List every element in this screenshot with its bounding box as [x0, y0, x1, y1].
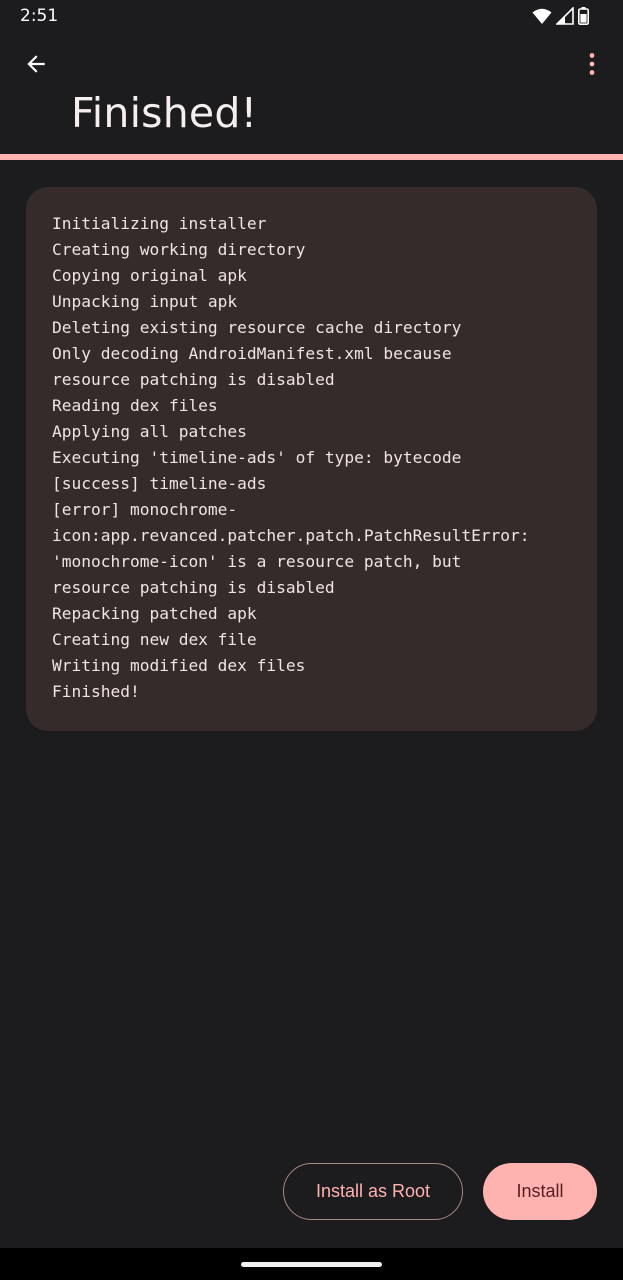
more-options-button[interactable] — [572, 46, 612, 86]
gesture-handle[interactable] — [241, 1262, 382, 1267]
status-time: 2:51 — [20, 6, 59, 26]
wifi-icon — [532, 7, 552, 30]
log-line: icon:app.revanced.patcher.patch.PatchRes… — [52, 526, 530, 545]
install-button[interactable]: Install — [483, 1163, 597, 1220]
log-line: Only decoding AndroidManifest.xml becaus… — [52, 344, 452, 363]
log-line: Reading dex files — [52, 396, 218, 415]
patcher-screen: 2:51 Finished! Initializing installer Cr… — [0, 0, 623, 1280]
battery-icon — [578, 7, 589, 30]
log-line: Writing modified dex files — [52, 656, 306, 675]
log-line: Executing 'timeline-ads' of type: byteco… — [52, 448, 462, 467]
log-line: Copying original apk — [52, 266, 247, 285]
log-line: Applying all patches — [52, 422, 247, 441]
log-line: resource patching is disabled — [52, 370, 335, 389]
log-line: Initializing installer — [52, 214, 267, 233]
install-as-root-button[interactable]: Install as Root — [283, 1163, 463, 1220]
signal-icon — [555, 6, 574, 30]
navigation-bar — [0, 1248, 623, 1280]
log-line: Deleting existing resource cache directo… — [52, 318, 462, 337]
status-icons — [532, 6, 589, 30]
log-line: 'monochrome-icon' is a resource patch, b… — [52, 552, 462, 571]
log-line: resource patching is disabled — [52, 578, 335, 597]
log-line: Repacking patched apk — [52, 604, 257, 623]
progress-fill — [0, 154, 623, 160]
log-line: Creating working directory — [52, 240, 306, 259]
progress-bar — [0, 154, 623, 160]
arrow-back-icon — [23, 51, 49, 82]
page-title: Finished! — [71, 89, 258, 137]
log-line: Finished! — [52, 682, 140, 701]
log-line: [error] monochrome- — [52, 500, 238, 519]
log-card: Initializing installer Creating working d… — [26, 187, 597, 731]
status-bar: 2:51 — [0, 0, 623, 32]
more-vert-icon — [588, 52, 596, 81]
log-line: Unpacking input apk — [52, 292, 238, 311]
log-line: [success] timeline-ads — [52, 474, 267, 493]
log-line: Creating new dex file — [52, 630, 257, 649]
back-button[interactable] — [16, 46, 56, 86]
